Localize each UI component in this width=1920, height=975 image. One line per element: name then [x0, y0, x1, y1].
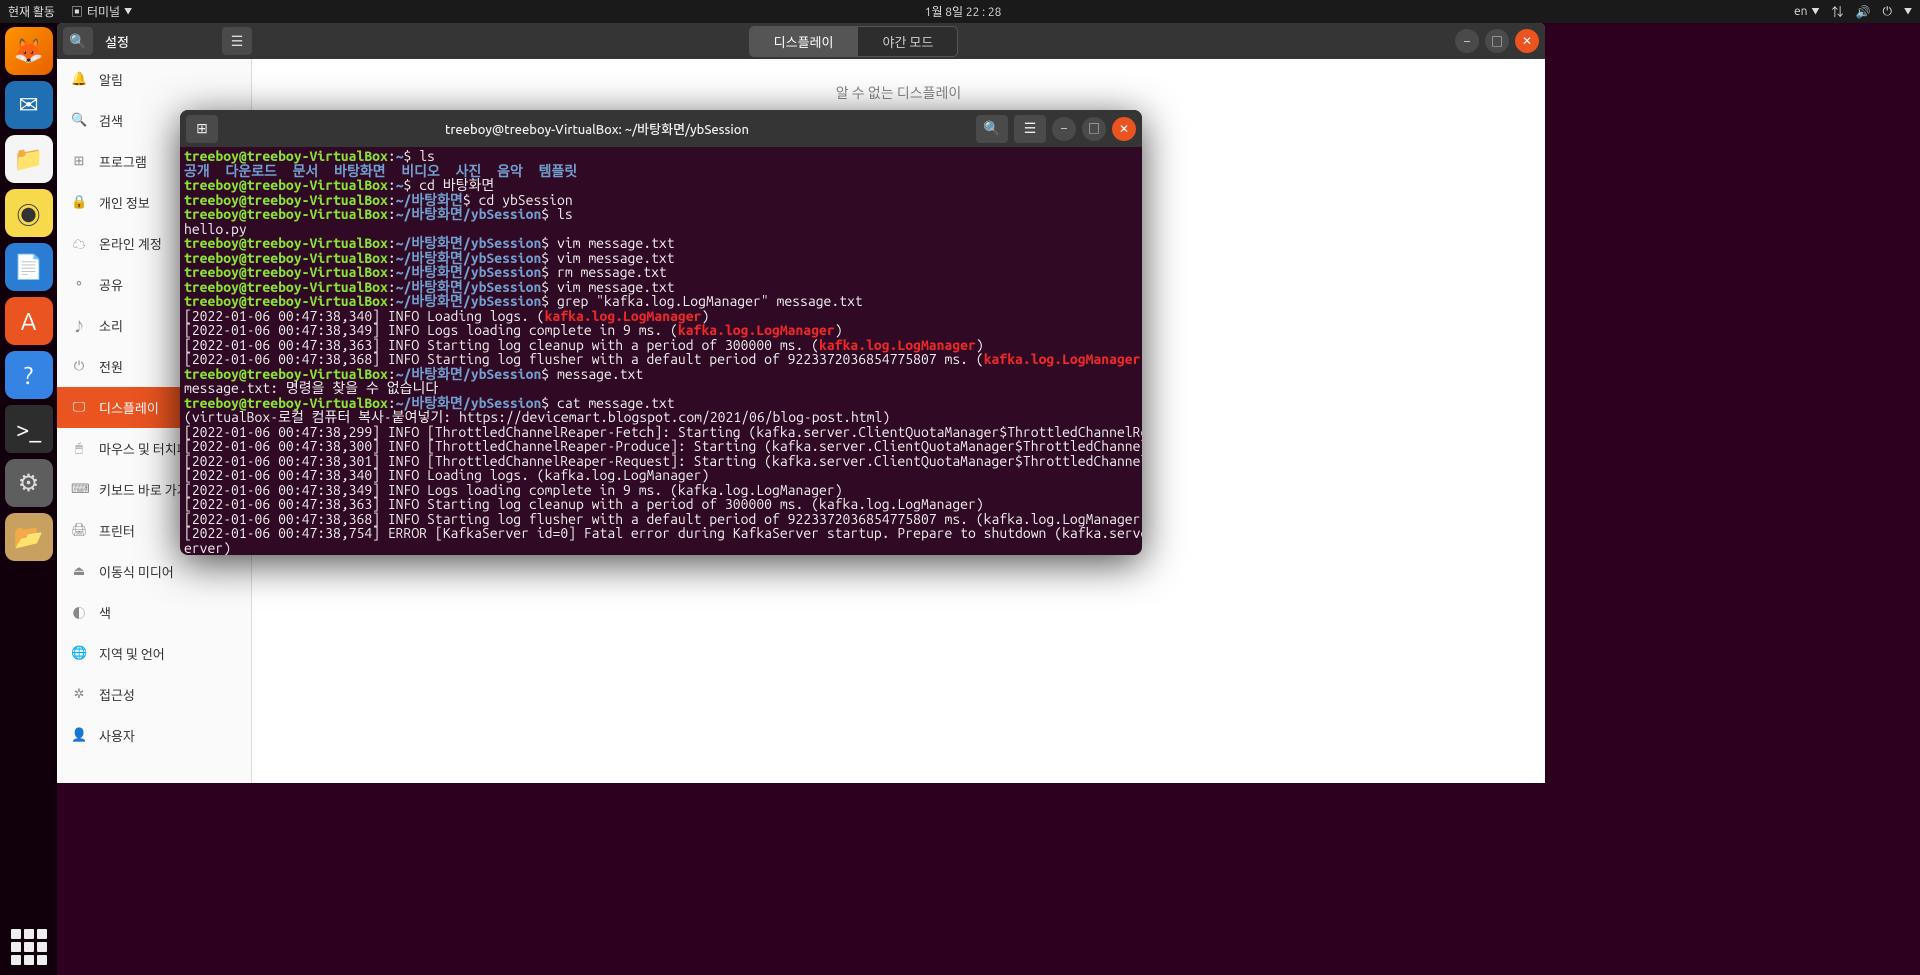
- volume-icon[interactable]: 🔊: [1856, 5, 1871, 19]
- segment-display[interactable]: 디스플레이: [750, 27, 859, 56]
- new-tab-icon: ⊞: [196, 120, 208, 137]
- sidebar-label: 디스플레이: [99, 398, 159, 417]
- sidebar-label: 색: [99, 603, 111, 622]
- sidebar-icon: ⏻: [71, 359, 87, 374]
- sidebar-icon: 🖵: [71, 400, 87, 415]
- dock-libreoffice-writer[interactable]: 📄: [5, 243, 53, 291]
- settings-title: 설정: [99, 32, 216, 51]
- segment-nightlight[interactable]: 야간 모드: [858, 27, 957, 56]
- sidebar-item-0[interactable]: 🔔 알림: [57, 59, 251, 100]
- sidebar-icon: ◐: [71, 603, 87, 622]
- sidebar-item-15[interactable]: ✲ 접근성: [57, 674, 251, 715]
- sidebar-icon: ♪: [71, 316, 87, 335]
- sidebar-icon: ✲: [71, 687, 87, 702]
- dock-folder[interactable]: 📂: [5, 513, 53, 561]
- terminal-title: treeboy@treeboy-VirtualBox: ~/바탕화면/ybSes…: [218, 119, 976, 138]
- terminal-menu-button[interactable]: ☰: [1014, 115, 1046, 143]
- terminal-minimize-button[interactable]: –: [1052, 117, 1076, 141]
- sidebar-label: 공유: [99, 275, 123, 294]
- dock: 🦊 ✉ 📁 ◉ 📄 A ? >_ ⚙ 📂: [0, 23, 57, 975]
- sidebar-icon: 🌐: [71, 646, 87, 661]
- unknown-display-label: 알 수 없는 디스플레이: [252, 83, 1545, 103]
- sidebar-label: 접근성: [99, 685, 135, 704]
- sidebar-icon: ⊞: [71, 154, 87, 169]
- menu-icon: ☰: [231, 33, 244, 50]
- terminal-maximize-button[interactable]: □: [1082, 117, 1106, 141]
- sidebar-label: 알림: [99, 70, 123, 89]
- lang-label: en: [1794, 5, 1807, 18]
- activities-button[interactable]: 현재 활동: [8, 3, 55, 20]
- dock-software[interactable]: A: [5, 297, 53, 345]
- dock-firefox[interactable]: 🦊: [5, 27, 53, 75]
- sidebar-icon: 🖱: [71, 441, 87, 456]
- sidebar-icon: ⏏: [71, 564, 87, 579]
- terminal-titlebar: ⊞ treeboy@treeboy-VirtualBox: ~/바탕화면/ybS…: [180, 110, 1142, 147]
- dock-terminal[interactable]: >_: [5, 405, 53, 453]
- sidebar-icon: ☁: [71, 234, 87, 253]
- maximize-button[interactable]: □: [1485, 29, 1509, 53]
- chevron-down-icon: ▼: [124, 6, 132, 17]
- terminal-close-button[interactable]: ✕: [1112, 117, 1136, 141]
- close-button[interactable]: ✕: [1515, 29, 1539, 53]
- dock-files[interactable]: 📁: [5, 135, 53, 183]
- search-icon: 🔍: [69, 33, 86, 50]
- dock-rhythmbox[interactable]: ◉: [5, 189, 53, 237]
- dock-thunderbird[interactable]: ✉: [5, 81, 53, 129]
- show-applications[interactable]: [11, 929, 47, 965]
- minimize-button[interactable]: –: [1455, 29, 1479, 53]
- sidebar-label: 사용자: [99, 726, 135, 745]
- sidebar-label: 개인 정보: [99, 193, 150, 212]
- sidebar-item-16[interactable]: 👤 사용자: [57, 715, 251, 756]
- new-tab-button[interactable]: ⊞: [186, 115, 218, 143]
- terminal-icon: ▣: [71, 3, 83, 20]
- sidebar-label: 이동식 미디어: [99, 562, 174, 581]
- language-indicator[interactable]: en ▼: [1794, 5, 1819, 18]
- app-menu-label: 터미널: [87, 3, 120, 20]
- chevron-down-icon: ▼: [1812, 6, 1820, 17]
- sidebar-icon: 👤: [71, 728, 87, 743]
- dock-settings[interactable]: ⚙: [5, 459, 53, 507]
- network-icon[interactable]: ⇅: [1832, 3, 1844, 20]
- sidebar-icon: 🔒: [71, 195, 87, 210]
- sidebar-item-12[interactable]: ⏏ 이동식 미디어: [57, 551, 251, 592]
- sidebar-label: 소리: [99, 316, 123, 335]
- sidebar-icon: ⚬: [71, 277, 87, 292]
- terminal-search-button[interactable]: 🔍: [976, 115, 1008, 143]
- search-button[interactable]: 🔍: [63, 27, 93, 55]
- sidebar-label: 온라인 계정: [99, 234, 162, 253]
- sidebar-label: 키보드 바로 가기: [99, 480, 189, 499]
- sidebar-label: 검색: [99, 111, 123, 130]
- terminal-output[interactable]: treeboy@treeboy-VirtualBox:~$ ls 공개 다운로드…: [180, 147, 1142, 555]
- settings-titlebar: 🔍 설정 ☰ 디스플레이 야간 모드 – □ ✕: [57, 23, 1545, 59]
- hamburger-button[interactable]: ☰: [222, 27, 252, 55]
- sidebar-item-14[interactable]: 🌐 지역 및 언어: [57, 633, 251, 674]
- sidebar-label: 지역 및 언어: [99, 644, 165, 663]
- power-icon[interactable]: ⏻: [1883, 5, 1893, 19]
- clock[interactable]: 1월 8일 22 : 28: [132, 3, 1794, 20]
- sidebar-label: 전원: [99, 357, 123, 376]
- dock-help[interactable]: ?: [5, 351, 53, 399]
- gnome-topbar: 현재 활동 ▣ 터미널 ▼ 1월 8일 22 : 28 en ▼ ⇅ 🔊 ⏻ ▼: [0, 0, 1920, 23]
- chevron-down-icon: ▼: [1904, 6, 1912, 17]
- sidebar-icon: 🖨: [71, 523, 87, 538]
- display-mode-segment: 디스플레이 야간 모드: [749, 26, 959, 57]
- sidebar-label: 프로그램: [99, 152, 147, 171]
- search-icon: 🔍: [983, 120, 1000, 137]
- app-menu[interactable]: ▣ 터미널 ▼: [71, 3, 132, 20]
- sidebar-item-13[interactable]: ◐색: [57, 592, 251, 633]
- sidebar-icon: 🔔: [71, 72, 87, 87]
- terminal-window: ⊞ treeboy@treeboy-VirtualBox: ~/바탕화면/ybS…: [180, 110, 1142, 555]
- sidebar-label: 프린터: [99, 521, 135, 540]
- menu-icon: ☰: [1024, 120, 1037, 137]
- sidebar-icon: 🔍: [71, 113, 87, 128]
- sidebar-icon: ⌨: [71, 482, 87, 497]
